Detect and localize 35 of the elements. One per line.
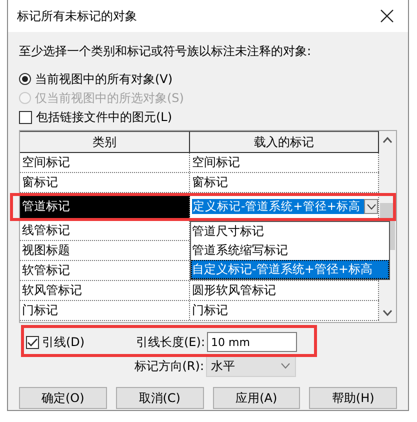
dialog-button[interactable]: 确定(O) <box>19 387 107 409</box>
scroll-down-icon[interactable] <box>383 310 392 316</box>
table-cell[interactable]: 窗标记 <box>20 173 190 192</box>
table-cell: 门标记 <box>192 302 228 319</box>
dropdown-option[interactable]: 管道尺寸标记 <box>191 222 389 241</box>
table-cell[interactable]: 空间标记 <box>20 153 190 172</box>
chevron-down-icon <box>281 363 290 369</box>
checkbox[interactable] <box>26 336 39 348</box>
dialog-button[interactable]: 应用(A) <box>212 387 300 409</box>
close-icon[interactable] <box>380 9 394 23</box>
dialog-button[interactable]: 帮助(H) <box>309 387 397 409</box>
table-cell[interactable]: 软风管标记 <box>20 281 190 300</box>
window-title: 标记所有未标记的对象 <box>17 8 137 24</box>
table-cell: 圆形软风管标记 <box>192 282 276 299</box>
dialog-button[interactable]: 取消(C) <box>116 387 204 409</box>
checkbox[interactable] <box>19 110 32 124</box>
table-cell: 窗标记 <box>192 174 228 191</box>
scroll-up-icon[interactable] <box>383 137 392 143</box>
column-header[interactable]: 载入的标记 <box>190 131 379 152</box>
table-cell[interactable]: 门标记 <box>20 301 190 320</box>
dropdown-option[interactable]: 管道系统缩写标记 <box>191 241 389 260</box>
orientation-dropdown[interactable]: 水平 <box>206 356 296 376</box>
chevron-down-icon <box>366 204 376 210</box>
checkbox-label: 包括链接文件中的图元(L) <box>36 108 172 126</box>
radio-label: 当前视图中的所有对象(V) <box>35 70 173 88</box>
checkbox-label: 引线(D) <box>42 334 86 350</box>
column-header[interactable]: 类别 <box>20 131 190 152</box>
field-label: 标记方向(R): <box>133 358 204 374</box>
field-label: 引线长度(E): <box>135 334 205 350</box>
table-cell: 空间标记 <box>192 154 240 171</box>
leader-length-field[interactable]: 10 mm <box>207 332 297 352</box>
dropdown-option[interactable]: 自定义标记-管道系统+管径+标高 <box>191 260 389 279</box>
radio-label: 仅当前视图中的所选对象(S) <box>35 90 184 106</box>
instruction-text: 至少选择一个类别和标记或符号族以标注未注释的对象: <box>19 43 312 60</box>
radio-button[interactable] <box>19 73 31 85</box>
